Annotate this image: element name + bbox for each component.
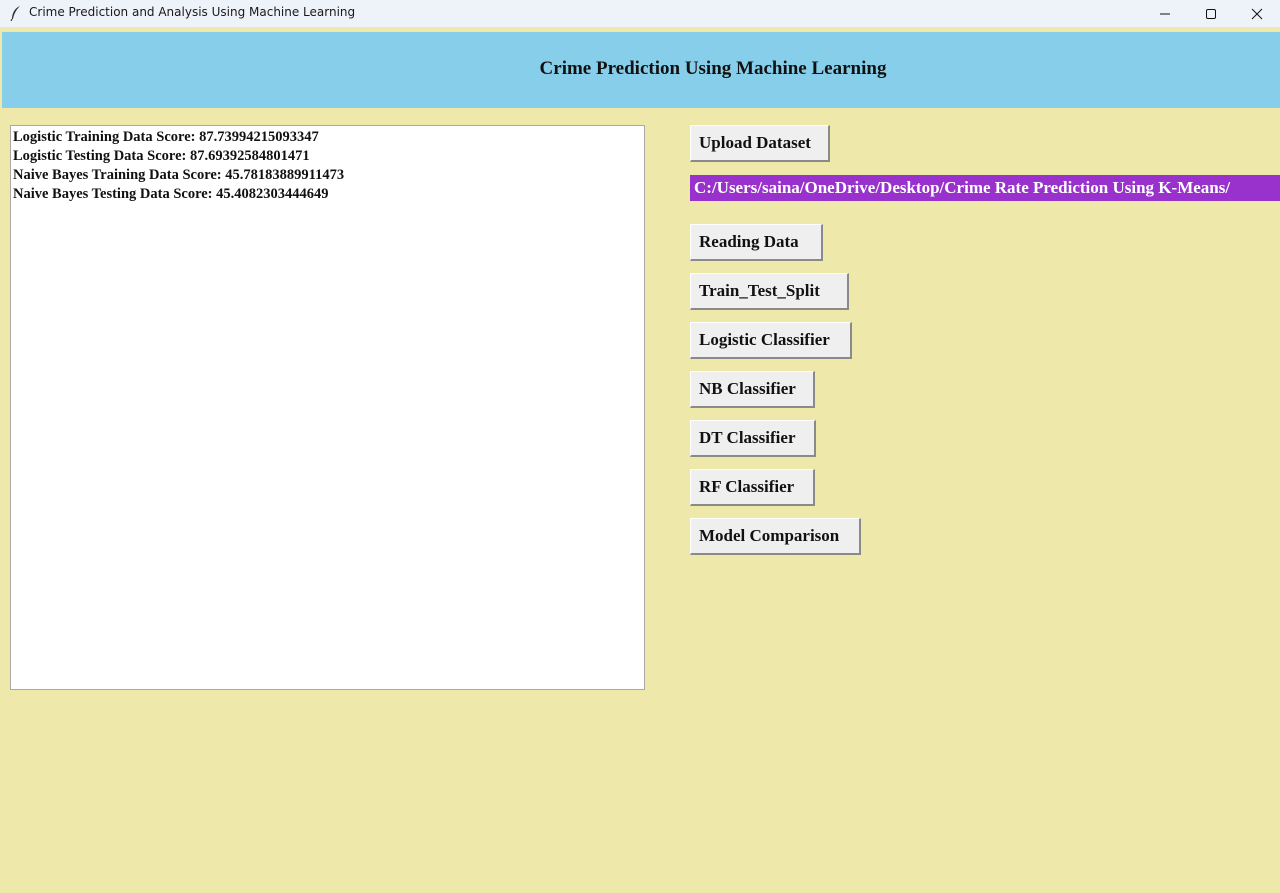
maximize-icon <box>1206 8 1216 19</box>
minimize-button[interactable] <box>1142 0 1188 27</box>
close-button[interactable] <box>1234 0 1280 27</box>
minimize-icon <box>1160 13 1170 14</box>
output-line: Logistic Testing Data Score: 87.69392584… <box>13 148 310 164</box>
rf-classifier-button[interactable]: RF Classifier <box>690 469 815 506</box>
title-bar: Crime Prediction and Analysis Using Mach… <box>0 0 1280 27</box>
dt-classifier-button[interactable]: DT Classifier <box>690 420 816 457</box>
output-line: Naive Bayes Testing Data Score: 45.40823… <box>13 186 329 202</box>
logistic-classifier-button[interactable]: Logistic Classifier <box>690 322 852 359</box>
close-icon <box>1251 8 1263 19</box>
train-test-split-button[interactable]: Train_Test_Split <box>690 273 849 310</box>
output-line: Naive Bayes Training Data Score: 45.7818… <box>13 167 345 183</box>
model-comparison-button[interactable]: Model Comparison <box>690 518 861 555</box>
reading-data-button[interactable]: Reading Data <box>690 224 823 261</box>
page-title: Crime Prediction Using Machine Learning <box>539 58 887 79</box>
nb-classifier-button[interactable]: NB Classifier <box>690 371 815 408</box>
left-edge <box>0 32 2 893</box>
upload-dataset-button[interactable]: Upload Dataset <box>690 125 830 162</box>
output-line: Logistic Training Data Score: 87.7399421… <box>13 129 319 145</box>
dataset-path-label: C:/Users/saina/OneDrive/Desktop/Crime Ra… <box>690 175 1280 201</box>
feather-icon <box>9 5 23 22</box>
output-text-area[interactable]: Logistic Training Data Score: 87.7399421… <box>10 125 645 690</box>
maximize-button[interactable] <box>1188 0 1234 27</box>
window-title: Crime Prediction and Analysis Using Mach… <box>29 5 356 19</box>
header-banner: Crime Prediction Using Machine Learning <box>2 32 1280 108</box>
